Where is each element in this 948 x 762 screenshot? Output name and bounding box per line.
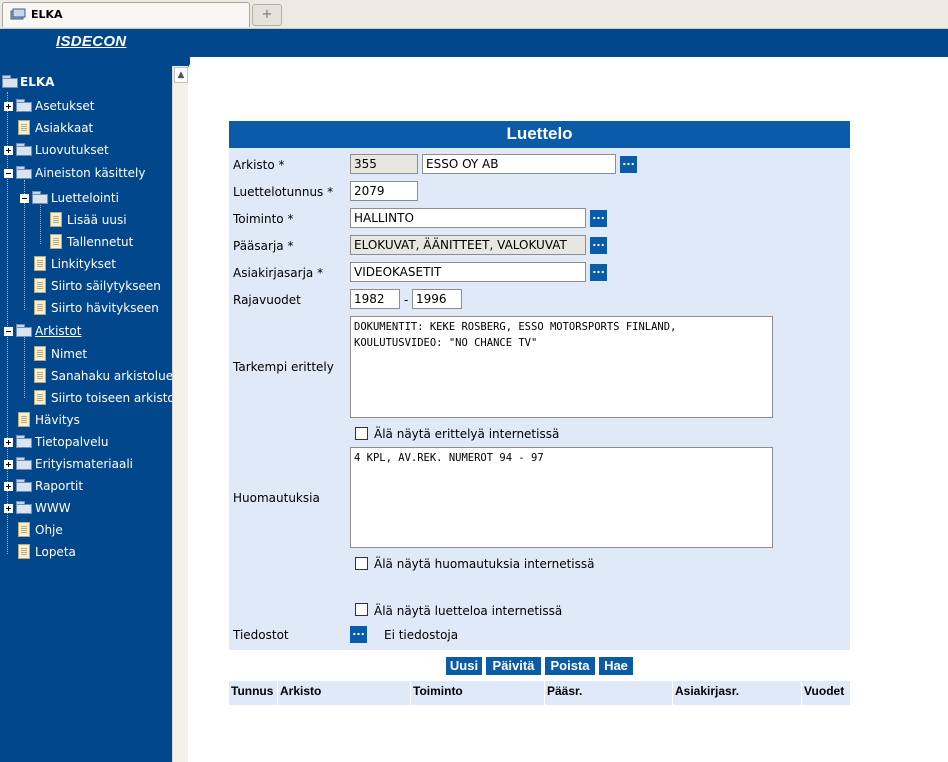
open-folder-icon [16,166,32,179]
asiakirjasarja-label: Asiakirjasarja * [233,266,324,280]
open-folder-icon [2,75,18,88]
uusi-button[interactable]: Uusi [446,657,482,675]
document-icon [18,522,30,537]
rajavuodet-from-field[interactable]: 1982 [350,289,400,309]
tab-title: ELKA [31,8,63,21]
app-icon [10,8,26,20]
folder-icon [16,435,32,448]
hide-erittely-checkbox[interactable] [355,427,368,440]
collapse-icon[interactable] [20,194,29,203]
collapse-icon[interactable] [4,327,13,336]
hide-luettelo-label: Älä näytä luetteloa internetissä [374,604,563,618]
expand-icon[interactable] [4,460,13,469]
document-icon [34,346,46,361]
folder-icon [16,99,32,112]
document-icon [34,390,46,405]
asiakirjasarja-field[interactable]: VIDEOKASETIT [350,262,586,282]
tarkempi-erittely-textarea[interactable]: DOKUMENTIT: KEKE ROSBERG, ESSO MOTORSPOR… [350,316,773,418]
sidebar-scrollbar[interactable]: ▲ [172,66,188,762]
results-table-header [229,681,850,705]
sidebar-item-sanahaku[interactable]: Sanahaku arkistoluettelo [34,366,172,386]
document-icon [34,256,46,271]
expand-icon[interactable] [4,438,13,447]
asiakirjasarja-lookup-button[interactable]: ... [590,264,607,281]
sidebar-tree [0,57,172,762]
arkisto-label: Arkisto * [233,158,285,172]
browser-tab-bar: ELKA + [0,0,948,29]
tiedostot-button[interactable]: ... [350,626,367,643]
document-icon [50,234,62,249]
document-icon [18,412,30,427]
column-header-tunnus[interactable]: Tunnus [231,684,273,698]
collapse-icon[interactable] [4,169,13,178]
tarkempi-erittely-label: Tarkempi erittely [233,360,334,374]
new-tab-button[interactable]: + [252,4,282,26]
column-header-toiminto[interactable]: Toiminto [413,684,463,698]
rajavuodet-label: Rajavuodet [233,293,301,307]
folder-icon [16,457,32,470]
paasarja-label: Pääsarja * [233,239,294,253]
open-folder-icon [16,324,32,337]
form-title: Luettelo [229,121,850,148]
expand-icon[interactable] [4,482,13,491]
hide-huomautuksia-label: Älä näytä huomautuksia internetissä [374,557,595,571]
luettelotunnus-label: Luettelotunnus * [233,185,334,199]
rajavuodet-to-field[interactable]: 1996 [412,289,462,309]
paasarja-field[interactable]: ELOKUVAT, ÄÄNITTEET, VALOKUVAT [350,235,586,255]
paasarja-lookup-button[interactable]: ... [590,237,607,254]
open-folder-icon [32,191,48,204]
hae-button[interactable]: Hae [599,657,633,675]
tiedostot-value: Ei tiedostoja [384,628,459,642]
arkisto-name-field[interactable]: ESSO OY AB [422,154,616,174]
document-icon [18,120,30,135]
rajavuodet-separator: - [404,293,409,307]
expand-icon[interactable] [4,504,13,513]
poista-button[interactable]: Poista [545,657,595,675]
folder-icon [16,143,32,156]
expand-icon[interactable] [4,102,13,111]
document-icon [34,368,46,383]
expand-icon[interactable] [4,146,13,155]
folder-icon [16,479,32,492]
scroll-up-arrow-icon[interactable]: ▲ [174,67,188,83]
hide-erittely-label: Älä näytä erittelyä internetissä [374,427,560,441]
column-header-arkisto[interactable]: Arkisto [280,684,321,698]
huomautuksia-textarea[interactable]: 4 KPL, AV.REK. NUMEROT 94 - 97 [350,447,773,548]
tiedostot-label: Tiedostot [233,628,289,642]
toiminto-lookup-button[interactable]: ... [590,210,607,227]
luettelotunnus-field[interactable]: 2079 [350,181,418,201]
folder-icon [16,501,32,514]
column-header-vuodet[interactable]: Vuodet [804,684,844,698]
arkisto-lookup-button[interactable]: ... [620,156,637,173]
document-icon [50,212,62,227]
document-icon [18,544,30,559]
toiminto-field[interactable]: HALLINTO [350,208,586,228]
paivita-button[interactable]: Päivitä [486,657,541,675]
hide-huomautuksia-checkbox[interactable] [355,557,368,570]
document-icon [34,278,46,293]
arkisto-code-field[interactable]: 355 [350,154,418,174]
column-header-asiakirjasr[interactable]: Asiakirjasr. [675,684,739,698]
header-strip [0,29,948,57]
toiminto-label: Toiminto * [233,212,294,226]
column-header-paasr[interactable]: Pääsr. [547,684,582,698]
browser-tab[interactable]: ELKA [2,2,250,27]
document-icon [34,300,46,315]
sidebar-item-siirto-toiseen-arkistoon[interactable]: Siirto toiseen arkistoon [34,388,172,408]
huomautuksia-label: Huomautuksia [233,491,320,505]
hide-luettelo-checkbox[interactable] [355,603,368,616]
logo[interactable]: ISDECON [56,33,126,50]
